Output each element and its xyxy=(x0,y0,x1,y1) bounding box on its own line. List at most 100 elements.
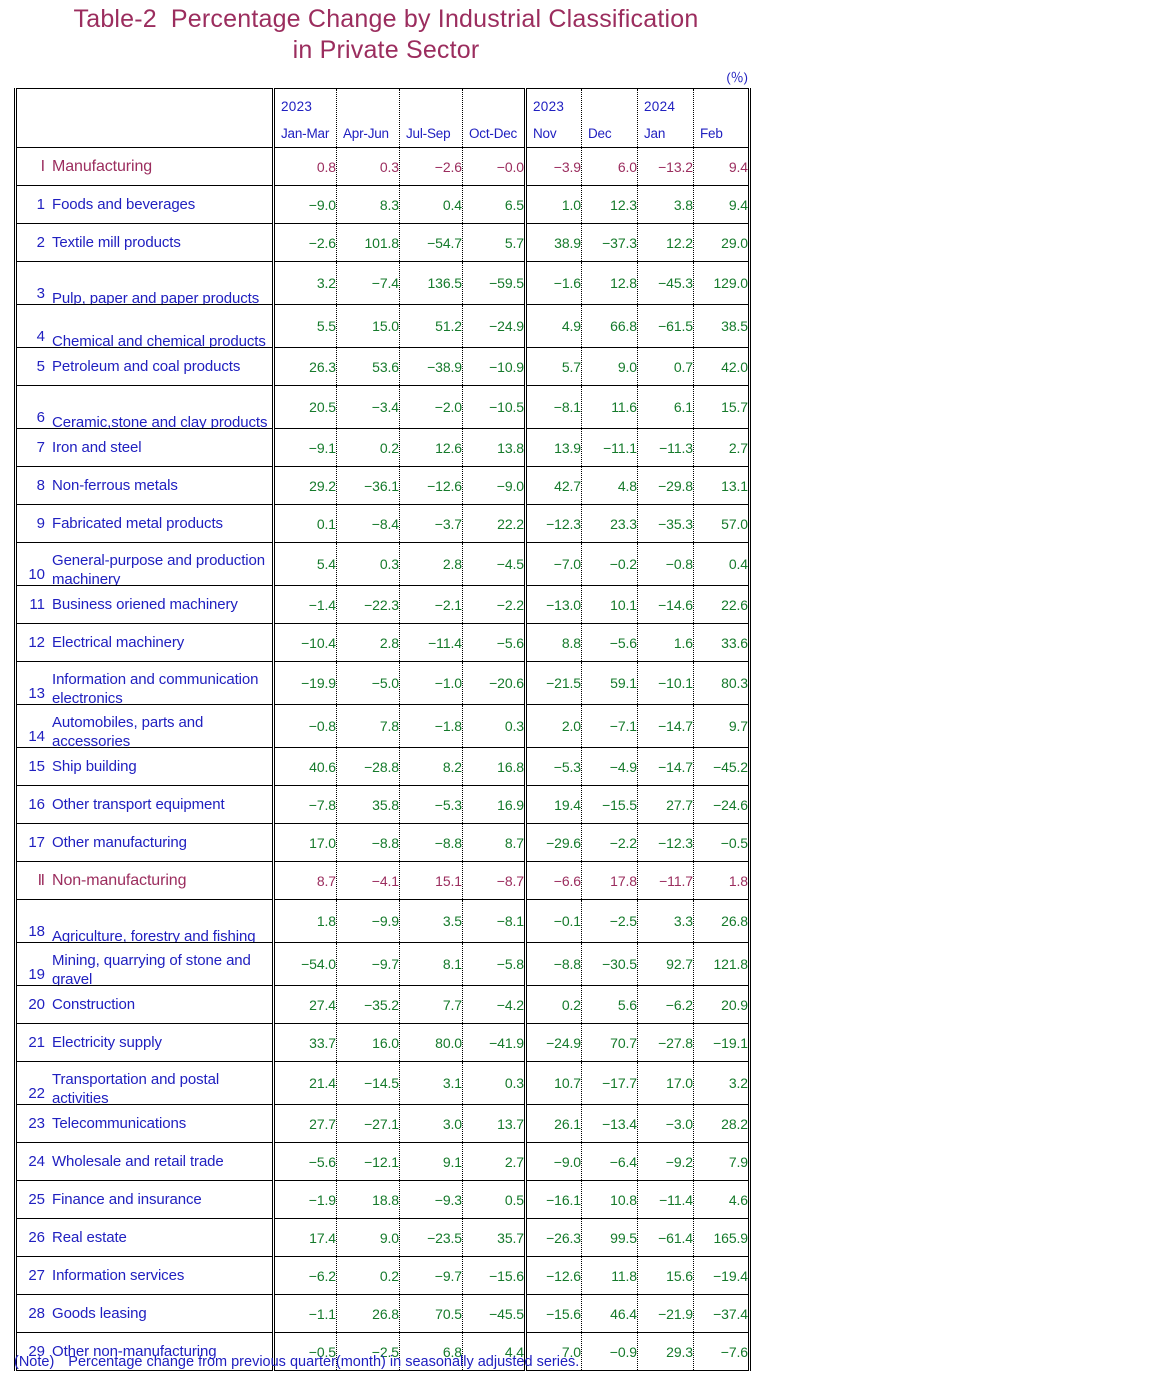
table-cell-value: −8.7 xyxy=(462,861,526,900)
table-cell-value: 7.7 xyxy=(399,985,463,1024)
row-label-cell: 27 Information services xyxy=(15,1256,275,1295)
table-cell-value: 3.5 xyxy=(399,899,463,943)
table-cell-value: −45.5 xyxy=(462,1294,526,1333)
table-cell-value: 7.9 xyxy=(693,1142,750,1181)
table-cell-value: −3.0 xyxy=(637,1104,694,1143)
table-cell-value: 15.7 xyxy=(693,385,750,429)
note-tag: (Note) xyxy=(14,1354,55,1370)
table-cell-value: 51.2 xyxy=(399,304,463,348)
table-cell-value: 42.0 xyxy=(693,347,750,386)
table-cell-value: −29.8 xyxy=(637,466,694,505)
table-cell-value: 9.7 xyxy=(693,704,750,748)
table-cell-value: −15.5 xyxy=(581,785,638,824)
row-number: 23 xyxy=(28,1114,45,1132)
header-period-label: Feb xyxy=(700,126,723,141)
row-label-cell: 12 Electrical machinery xyxy=(15,623,275,662)
table-cell-value: 13.8 xyxy=(462,428,526,467)
table-cell-value: −1.0 xyxy=(399,661,463,705)
table-cell-value: 129.0 xyxy=(693,261,750,305)
table-cell-value: −17.7 xyxy=(581,1061,638,1105)
table-cell-value: −12.6 xyxy=(524,1256,582,1295)
table-cell-value: −7.6 xyxy=(693,1332,750,1371)
row-label: Other manufacturing xyxy=(52,834,187,851)
table-section-row: Ⅱ Non-manufacturing 8.7 −4.1 15.1 −8.7 −6.6 17.… xyxy=(15,861,750,900)
table-row: 16 Other transport equipment −7.8 35.8 −5.3 1… xyxy=(15,785,750,824)
table-cell-value: 13.9 xyxy=(524,428,582,467)
table-section-row: Ⅰ Manufacturing 0.8 0.3 −2.6 −0.0 −3.9 6.0 −13.2… xyxy=(15,147,750,186)
header-period-label: Jan xyxy=(644,126,666,141)
header-period-label: Jul-Sep xyxy=(406,126,451,141)
table-cell-value: 27.7 xyxy=(637,785,694,824)
table-cell-value: 8.2 xyxy=(399,747,463,786)
table-note: (Note) Percentage change from previous qu… xyxy=(14,1354,579,1370)
table-cell-value: −5.0 xyxy=(336,661,400,705)
table-cell-value: −4.2 xyxy=(462,985,526,1024)
table-row: 15 Ship building 40.6 −28.8 8.2 16.8 −5.3 −4.9−… xyxy=(15,747,750,786)
table-cell-value: −9.0 xyxy=(524,1142,582,1181)
table-cell-value: 101.8 xyxy=(336,223,400,262)
table-cell-value: 53.6 xyxy=(336,347,400,386)
table-cell-value: −28.8 xyxy=(336,747,400,786)
table-cell-value: 15.6 xyxy=(637,1256,694,1295)
header-period-label: Oct-Dec xyxy=(469,126,518,141)
row-label: Business oriened machinery xyxy=(52,596,238,613)
table-cell-value: −0.5 xyxy=(693,823,750,862)
table-cell-value: 7.8 xyxy=(336,704,400,748)
table-cell-value: −8.8 xyxy=(336,823,400,862)
header-year-monthly-1: 2023 xyxy=(533,99,565,114)
table-cell-value: −35.3 xyxy=(637,504,694,543)
table-cell-value: 4.8 xyxy=(581,466,638,505)
table-cell-value: 19.4 xyxy=(524,785,582,824)
table-cell-value: −3.4 xyxy=(336,385,400,429)
row-label: Other transport equipment xyxy=(52,796,225,813)
table-cell-value: 16.0 xyxy=(336,1023,400,1062)
table-row: 22 Transportation and postal activities 21… xyxy=(15,1061,750,1105)
table-row: 28 Goods leasing −1.1 26.8 70.5 −45.5 −15.6 46.… xyxy=(15,1294,750,1333)
row-label-cell: 5 Petroleum and coal products xyxy=(15,347,275,386)
row-number: 11 xyxy=(29,595,45,613)
table-cell-value: 21.4 xyxy=(272,1061,337,1105)
table-cell-value: −37.3 xyxy=(581,223,638,262)
table-cell-value: 92.7 xyxy=(637,942,694,986)
table-cell-value: −9.9 xyxy=(336,899,400,943)
table-row: 12 Electrical machinery −10.4 2.8 −11.4 −5.6 8… xyxy=(15,623,750,662)
row-label: Information services xyxy=(52,1267,185,1284)
row-label-cell: 3 Pulp, paper and paper products xyxy=(15,261,275,305)
table-cell-value: −6.2 xyxy=(272,1256,337,1295)
table-cell-value: −10.4 xyxy=(272,623,337,662)
row-label-cell: 4 Chemical and chemical products xyxy=(15,304,275,348)
table-cell-value: 2.8 xyxy=(336,623,400,662)
table-cell-value: 1.8 xyxy=(693,861,750,900)
table-cell-value: −2.2 xyxy=(581,823,638,862)
table-cell-value: −1.8 xyxy=(399,704,463,748)
statistics-table: 2023 Jan-Mar Apr-Jun Jul-Sep Oct-Dec 202… xyxy=(14,88,751,1371)
table-row: 13 Information and communication electron… xyxy=(15,661,750,705)
table-cell-value: −7.0 xyxy=(524,542,582,586)
table-cell-value: −12.1 xyxy=(336,1142,400,1181)
row-label-cell: 26 Real estate xyxy=(15,1218,275,1257)
table-cell-value: −8.1 xyxy=(524,385,582,429)
row-label: Pulp, paper and paper products xyxy=(52,290,260,305)
row-label-cell: 28 Goods leasing xyxy=(15,1294,275,1333)
table-cell-value: 12.3 xyxy=(581,185,638,224)
table-cell-value: −2.2 xyxy=(462,585,526,624)
table-cell-value: −7.8 xyxy=(272,785,337,824)
table-cell-value: 0.3 xyxy=(336,542,400,586)
row-number: 5 xyxy=(36,357,45,375)
row-label-cell: 19 Mining, quarrying of stone and gravel xyxy=(15,942,275,986)
table-cell-value: 0.3 xyxy=(462,704,526,748)
table-cell-value: −13.2 xyxy=(637,147,694,186)
header-cell-apr-jun: Apr-Jun xyxy=(336,88,400,148)
table-row: 20 Construction 27.4 −35.2 7.7 −4.2 0.2 5.6 −6.2… xyxy=(15,985,750,1024)
row-label-cell: 10 General-purpose and production machine… xyxy=(15,542,275,586)
row-number: 7 xyxy=(36,438,45,456)
table-cell-value: −15.6 xyxy=(524,1294,582,1333)
row-label-cell: 21 Electricity supply xyxy=(15,1023,275,1062)
table-cell-value: 80.0 xyxy=(399,1023,463,1062)
table-cell-value: 10.1 xyxy=(581,585,638,624)
table-cell-value: 2.0 xyxy=(524,704,582,748)
table-cell-value: 16.9 xyxy=(462,785,526,824)
table-cell-value: −0.2 xyxy=(581,542,638,586)
row-label: Chemical and chemical products xyxy=(52,333,266,348)
table-cell-value: −4.1 xyxy=(336,861,400,900)
